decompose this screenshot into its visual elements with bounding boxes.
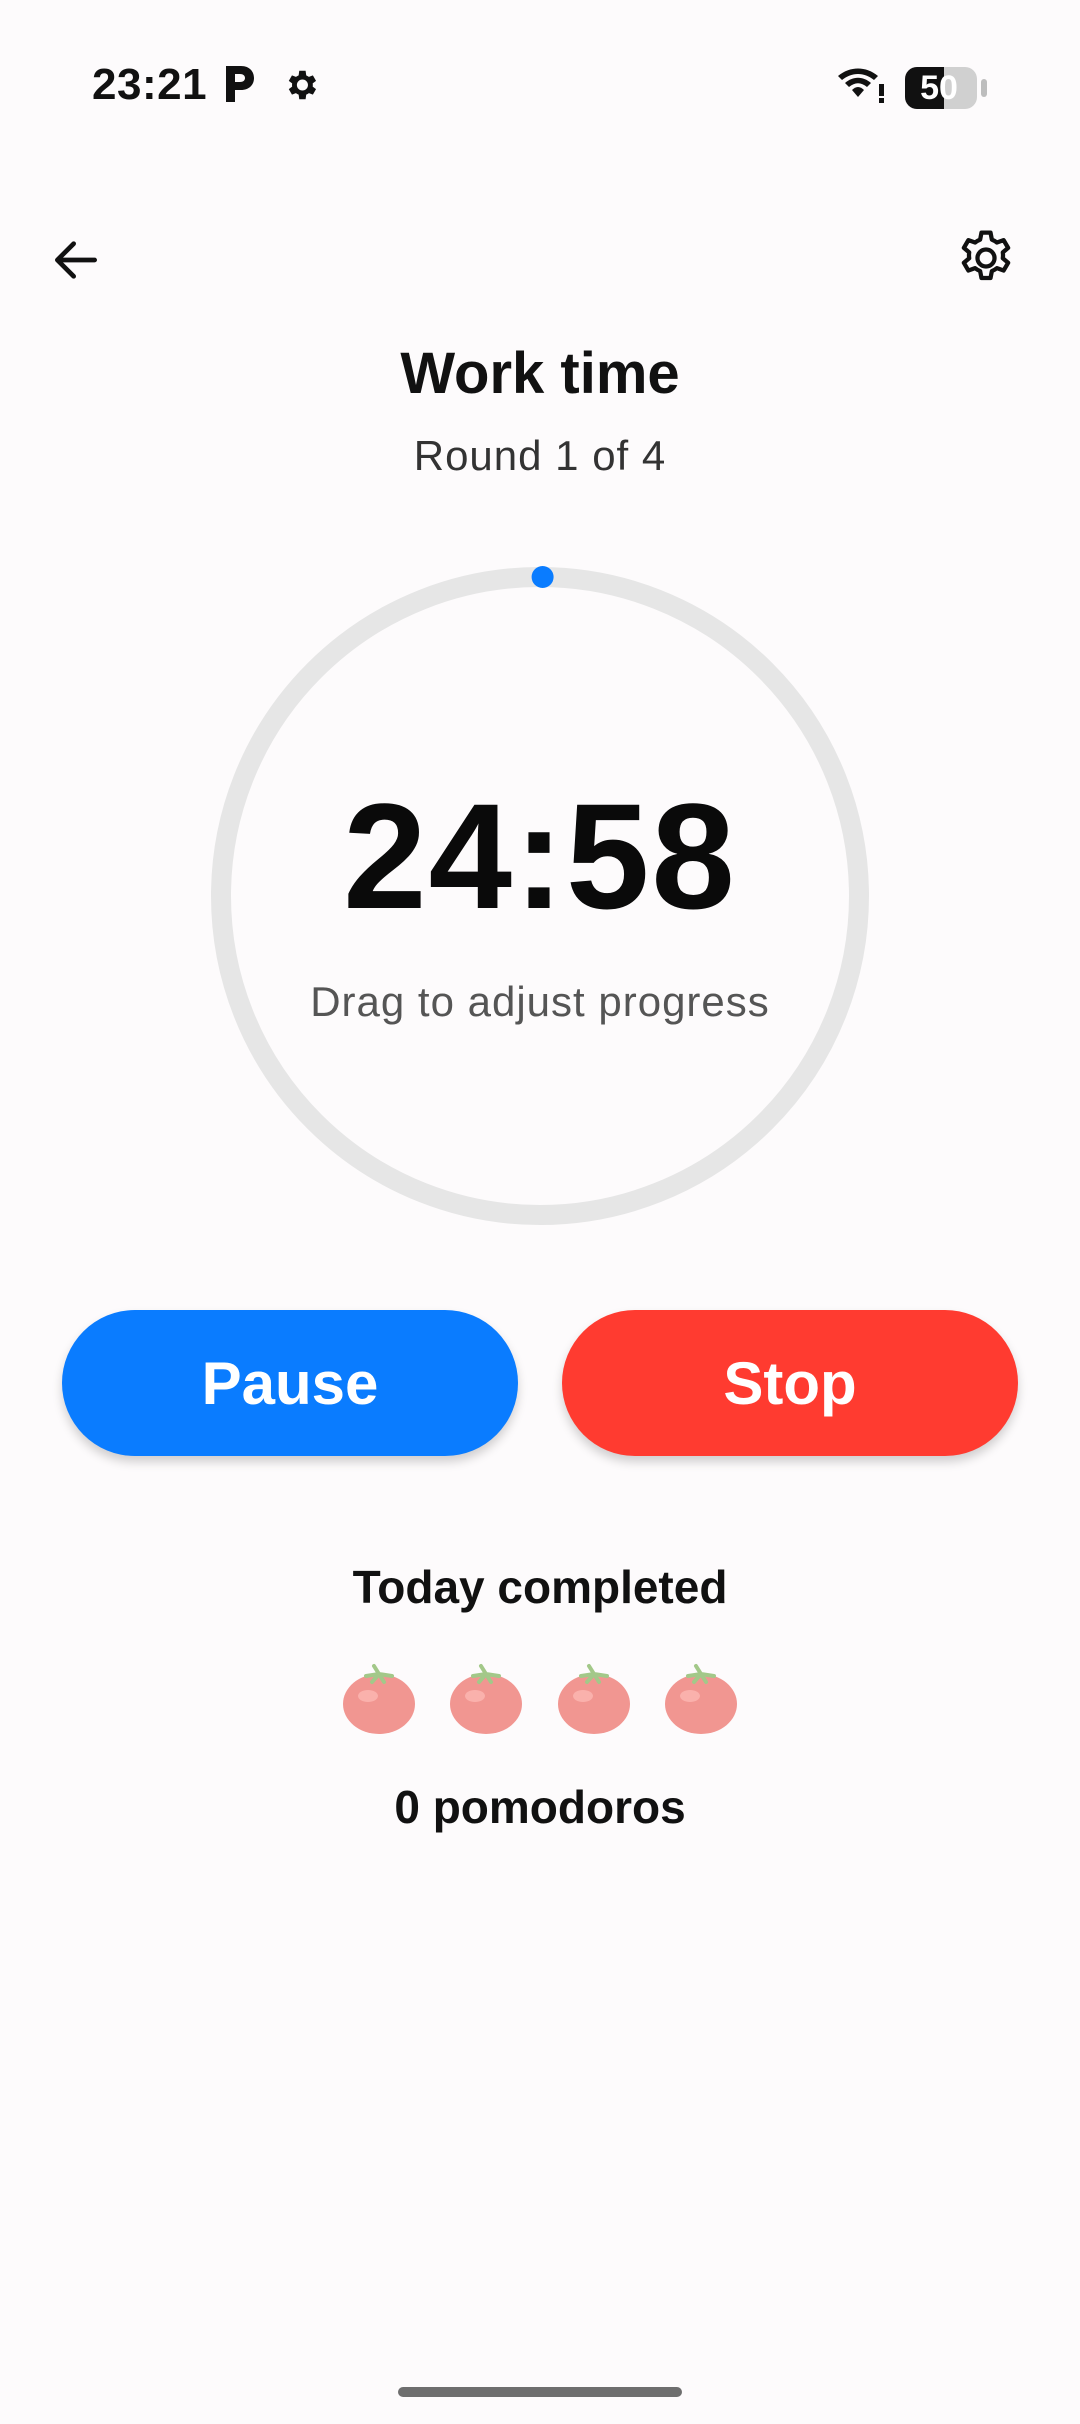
status-time: 23:21: [92, 60, 208, 109]
tomato-icon: [343, 1664, 415, 1734]
pause-button[interactable]: Pause: [62, 1310, 518, 1456]
home-indicator[interactable]: [398, 2387, 682, 2397]
tomato-icon: [557, 1664, 630, 1734]
round-indicator: Round 1 of 4: [413, 432, 667, 479]
drag-hint: Drag to adjust progress: [310, 978, 770, 1025]
gear-icon: [288, 70, 317, 100]
tomato-row: [340, 1660, 740, 1736]
status-bar: 23:21 50: [0, 0, 1080, 170]
pomodoro-count: 0 pomodoros: [394, 1781, 686, 1833]
settings-button[interactable]: [944, 216, 1028, 300]
wifi-icon: [838, 68, 884, 103]
battery-level: 50: [920, 69, 958, 107]
stop-button[interactable]: Stop: [562, 1310, 1018, 1456]
today-completed-label: Today completed: [352, 1561, 728, 1613]
tomato-icon: [450, 1664, 523, 1734]
tomato-icon: [664, 1664, 737, 1734]
gear-icon: [961, 230, 1011, 281]
timer-display: 24:58: [343, 772, 737, 940]
progress-handle[interactable]: [531, 566, 554, 588]
page-title: Work time: [400, 341, 680, 406]
back-button[interactable]: [36, 220, 116, 300]
parking-icon: [226, 66, 254, 102]
arrow-left-icon: [55, 241, 97, 279]
